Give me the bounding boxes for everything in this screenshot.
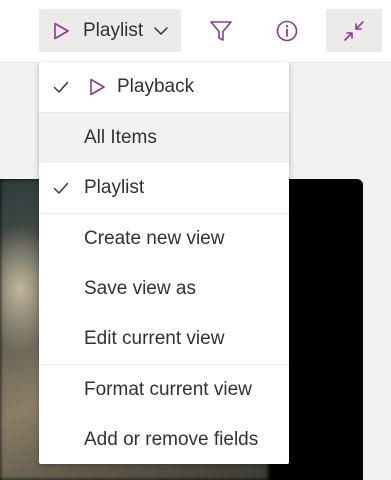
menu-item-playlist[interactable]: Playlist: [39, 163, 289, 213]
info-icon: [276, 20, 297, 41]
view-switcher-label: Playlist: [83, 19, 144, 41]
menu-item-label: Create new view: [84, 228, 225, 249]
menu-item-save-view-as[interactable]: Save view as: [39, 264, 289, 314]
collapse-icon: [344, 20, 364, 41]
menu-item-all-items[interactable]: All Items: [39, 113, 289, 163]
info-button[interactable]: [265, 9, 308, 52]
play-outline-icon: [54, 22, 69, 39]
view-switcher-button[interactable]: Playlist: [39, 9, 181, 52]
menu-item-label: Playlist: [84, 177, 145, 198]
filter-button[interactable]: [199, 9, 242, 52]
menu-item-label: Playback: [117, 76, 195, 97]
menu-item-edit-current-view[interactable]: Edit current view: [39, 314, 289, 364]
menu-item-label: All Items: [84, 127, 157, 148]
menu-item-label: Save view as: [84, 278, 196, 299]
view-menu: Playback All Items Playlist Create new v…: [39, 62, 289, 464]
checkmark-icon: [53, 182, 69, 194]
chevron-down-icon: [154, 26, 168, 35]
menu-item-format-current-view[interactable]: Format current view: [39, 365, 289, 415]
command-bar: Playlist: [0, 0, 391, 63]
collapse-button[interactable]: [326, 9, 382, 52]
menu-item-label: Add or remove fields: [84, 429, 259, 450]
menu-item-label: Edit current view: [84, 328, 225, 349]
menu-item-playback[interactable]: Playback: [39, 62, 289, 112]
checkmark-icon: [53, 81, 69, 93]
filter-icon: [209, 20, 232, 41]
play-outline-icon: [90, 78, 105, 96]
menu-item-add-or-remove-fields[interactable]: Add or remove fields: [39, 415, 289, 465]
menu-item-create-new-view[interactable]: Create new view: [39, 214, 289, 264]
menu-item-label: Format current view: [84, 379, 252, 400]
